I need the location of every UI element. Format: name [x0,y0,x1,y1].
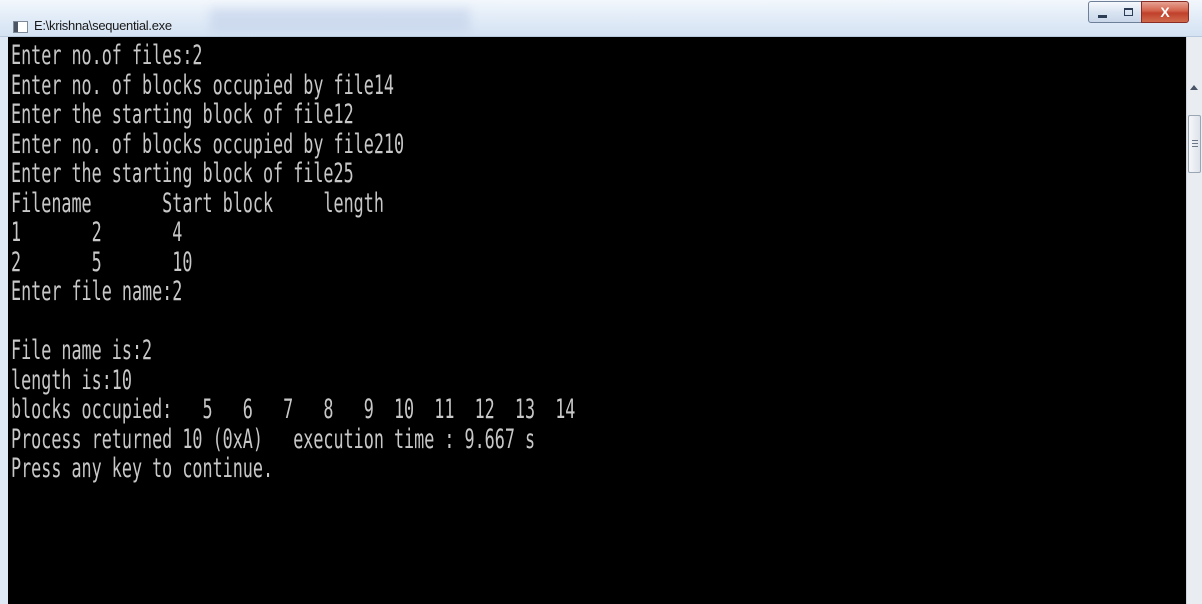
console-line: Filename Start block length [11,187,384,219]
console-line: Enter file name:2 [11,276,183,307]
close-button[interactable]: X [1141,1,1189,23]
close-icon: X [1160,4,1170,20]
grip-line [1192,140,1198,141]
console-lines: Enter no.of files:2 Enter no. of blocks … [11,41,921,484]
console-app-icon[interactable] [13,21,28,33]
console-line: blocks occupied: 5 6 7 8 9 10 11 12 13 1… [11,394,576,425]
console-line: Enter no.of files:2 [11,40,203,71]
maximize-button[interactable] [1115,1,1142,23]
console-line: Enter the starting block of file12 [11,99,354,130]
vertical-scrollbar[interactable] [1186,37,1202,604]
title-bar-background-blur [210,8,470,32]
console-line: length is:10 [11,364,132,396]
console-line: Enter no. of blocks occupied by file210 [11,128,405,160]
scroll-up-arrow-icon[interactable] [1190,85,1198,90]
scrollbar-thumb[interactable] [1188,115,1201,173]
console-output[interactable]: Enter no.of files:2 Enter no. of blocks … [8,37,1186,604]
title-bar[interactable]: E:\krishna\sequential.exe X [0,0,1202,37]
grip-line [1192,143,1198,144]
console-line: Press any key to continue. [11,453,274,484]
minimize-icon [1097,14,1107,18]
grip-line [1192,146,1198,147]
console-line: 1 2 4 [11,217,183,248]
console-line: File name is:2 [11,335,153,366]
minimize-button[interactable] [1088,1,1116,23]
console-line: 2 5 10 [11,246,193,278]
console-window: E:\krishna\sequential.exe X Enter no.of … [0,0,1202,604]
console-line: Enter no. of blocks occupied by file14 [11,69,394,101]
console-line: Process returned 10 (0xA) execution time… [11,423,536,455]
window-title: E:\krishna\sequential.exe [34,18,172,33]
console-line: Enter the starting block of file25 [11,158,354,189]
maximize-icon [1123,8,1133,16]
